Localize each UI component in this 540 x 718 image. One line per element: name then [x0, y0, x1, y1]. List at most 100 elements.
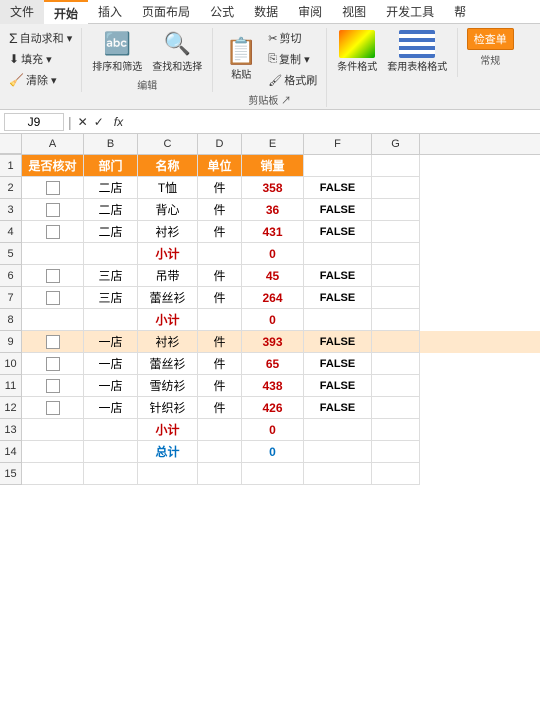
cell-b12[interactable]: 一店 [84, 397, 138, 419]
clear-button[interactable]: 🧹 清除 ▾ [6, 70, 75, 90]
cell-f11[interactable]: FALSE [304, 375, 372, 397]
tab-data[interactable]: 数据 [244, 0, 288, 24]
cell-b7[interactable]: 三店 [84, 287, 138, 309]
cell-d15[interactable] [198, 463, 242, 485]
cell-a6[interactable] [22, 265, 84, 287]
cell-f3[interactable]: FALSE [304, 199, 372, 221]
col-header-e[interactable]: E [242, 134, 304, 154]
cell-g14[interactable] [372, 441, 420, 463]
cell-e10[interactable]: 65 [242, 353, 304, 375]
cell-c12[interactable]: 针织衫 [138, 397, 198, 419]
cell-f12[interactable]: FALSE [304, 397, 372, 419]
cell-g6[interactable] [372, 265, 420, 287]
cell-a12[interactable] [22, 397, 84, 419]
cell-b11[interactable]: 一店 [84, 375, 138, 397]
cell-g3[interactable] [372, 199, 420, 221]
tab-formula[interactable]: 公式 [200, 0, 244, 24]
tab-file[interactable]: 文件 [0, 0, 44, 24]
tab-start[interactable]: 开始 [44, 0, 88, 24]
header-cell-a[interactable]: 是否核对 [22, 155, 84, 177]
checkbox[interactable] [46, 401, 60, 415]
formula-input[interactable] [131, 114, 536, 130]
cut-button[interactable]: ✂ 剪切 [265, 28, 320, 48]
header-cell-e[interactable]: 销量 [242, 155, 304, 177]
cancel-formula-icon[interactable]: ✕ [76, 115, 90, 129]
cell-f7[interactable]: FALSE [304, 287, 372, 309]
cell-d4[interactable]: 件 [198, 221, 242, 243]
cell-b9[interactable]: 一店 [84, 331, 138, 353]
cell-d6[interactable]: 件 [198, 265, 242, 287]
cell-a11[interactable] [22, 375, 84, 397]
col-header-c[interactable]: C [138, 134, 198, 154]
tab-view[interactable]: 视图 [332, 0, 376, 24]
cell-c6[interactable]: 吊带 [138, 265, 198, 287]
cell-e15[interactable] [242, 463, 304, 485]
cell-g15[interactable] [372, 463, 420, 485]
conditional-format-button[interactable]: 条件格式 [333, 28, 381, 75]
cell-f15[interactable] [304, 463, 372, 485]
fill-button[interactable]: ⬇ 填充 ▾ [6, 49, 75, 69]
tab-insert[interactable]: 插入 [88, 0, 132, 24]
cell-e9[interactable]: 393 [242, 331, 304, 353]
cell-b14[interactable] [84, 441, 138, 463]
paste-button[interactable]: 📋 粘贴 [219, 36, 263, 83]
col-header-f[interactable]: F [304, 134, 372, 154]
checkbox[interactable] [46, 181, 60, 195]
cell-b3[interactable]: 二店 [84, 199, 138, 221]
cell-b2[interactable]: 二店 [84, 177, 138, 199]
cell-d12[interactable]: 件 [198, 397, 242, 419]
cell-d13[interactable] [198, 419, 242, 441]
cell-e8[interactable]: 0 [242, 309, 304, 331]
tab-review[interactable]: 审阅 [288, 0, 332, 24]
cell-g13[interactable] [372, 419, 420, 441]
cell-b15[interactable] [84, 463, 138, 485]
checkbox[interactable] [46, 335, 60, 349]
cell-e11[interactable]: 438 [242, 375, 304, 397]
header-cell-f[interactable] [304, 155, 372, 177]
cell-c4[interactable]: 衬衫 [138, 221, 198, 243]
header-cell-b[interactable]: 部门 [84, 155, 138, 177]
cell-a13[interactable] [22, 419, 84, 441]
cell-a8[interactable] [22, 309, 84, 331]
cell-f4[interactable]: FALSE [304, 221, 372, 243]
cell-g7[interactable] [372, 287, 420, 309]
find-select-button[interactable]: 🔍 查找和选择 [148, 28, 206, 75]
cell-c3[interactable]: 背心 [138, 199, 198, 221]
copy-button[interactable]: ⎘ 复制 ▾ [265, 49, 320, 69]
cell-c7[interactable]: 蕾丝衫 [138, 287, 198, 309]
header-cell-g[interactable] [372, 155, 420, 177]
cell-d14[interactable] [198, 441, 242, 463]
cell-a9[interactable] [22, 331, 84, 353]
highlight-button[interactable]: 检查单 [467, 28, 514, 50]
checkbox[interactable] [46, 225, 60, 239]
cell-b6[interactable]: 三店 [84, 265, 138, 287]
cell-a5[interactable] [22, 243, 84, 265]
cell-d10[interactable]: 件 [198, 353, 242, 375]
checkbox[interactable] [46, 269, 60, 283]
checkbox[interactable] [46, 203, 60, 217]
cell-b13[interactable] [84, 419, 138, 441]
cell-f13[interactable] [304, 419, 372, 441]
confirm-formula-icon[interactable]: ✓ [92, 115, 106, 129]
checkbox[interactable] [46, 357, 60, 371]
cell-g11[interactable] [372, 375, 420, 397]
header-cell-d[interactable]: 单位 [198, 155, 242, 177]
cell-c8[interactable]: 小计 [138, 309, 198, 331]
cell-reference-input[interactable] [4, 113, 64, 131]
cell-a15[interactable] [22, 463, 84, 485]
tab-page-layout[interactable]: 页面布局 [132, 0, 200, 24]
tab-help[interactable]: 帮 [444, 0, 476, 24]
col-header-g[interactable]: G [372, 134, 420, 154]
cell-c13[interactable]: 小计 [138, 419, 198, 441]
table-style-button[interactable]: 套用表格格式 [383, 28, 451, 75]
cell-g9[interactable] [372, 331, 420, 353]
cell-d8[interactable] [198, 309, 242, 331]
cell-e13[interactable]: 0 [242, 419, 304, 441]
cell-e5[interactable]: 0 [242, 243, 304, 265]
checkbox[interactable] [46, 291, 60, 305]
cell-f6[interactable]: FALSE [304, 265, 372, 287]
cell-d7[interactable]: 件 [198, 287, 242, 309]
col-header-a[interactable]: A [22, 134, 84, 154]
cell-a10[interactable] [22, 353, 84, 375]
cell-e2[interactable]: 358 [242, 177, 304, 199]
